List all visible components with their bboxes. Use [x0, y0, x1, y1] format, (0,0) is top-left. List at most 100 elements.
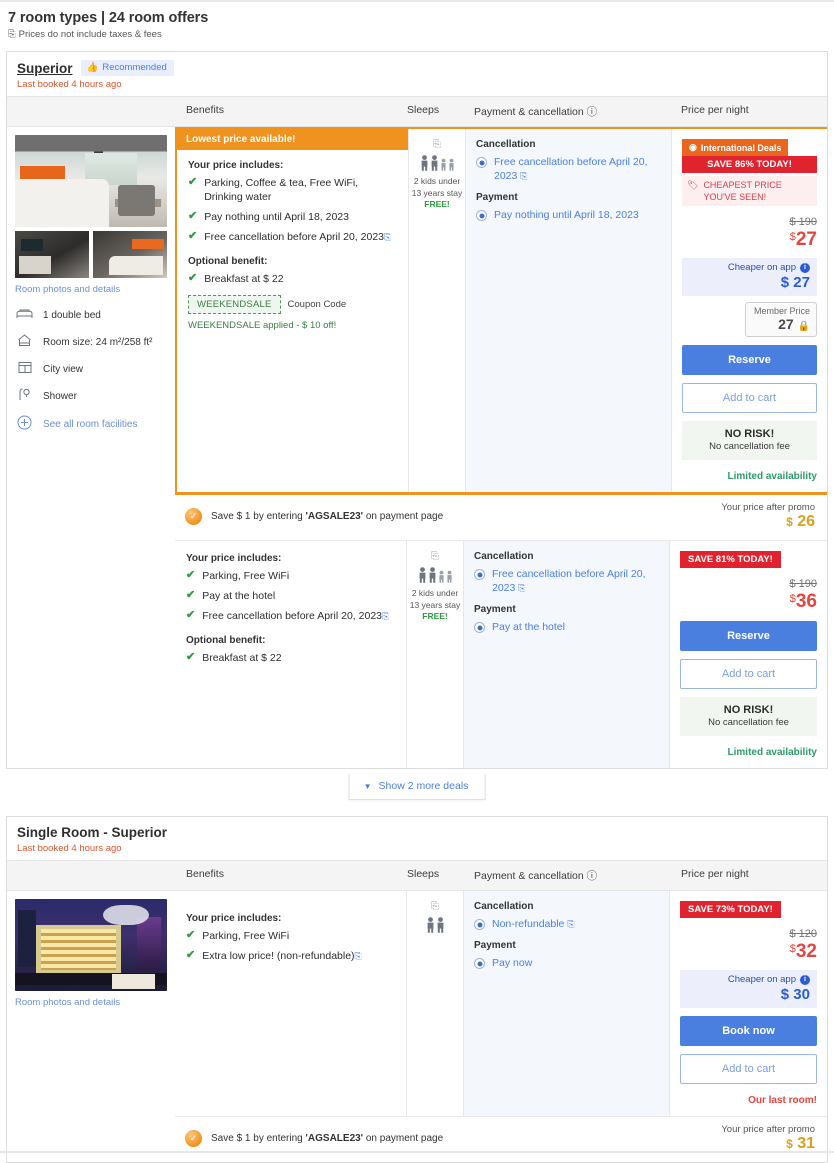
optional-item: ✔ Breakfast at $ 22	[188, 272, 398, 286]
promo-code: 'AGSALE23'	[305, 1133, 364, 1144]
external-link-icon[interactable]: ⎘	[384, 232, 391, 242]
sleeps-note: 2 kids under 13 years stay	[411, 176, 463, 198]
external-link-icon[interactable]: ⎘	[520, 171, 527, 181]
plus-circle-icon	[15, 415, 34, 433]
room-thumbnails[interactable]	[15, 231, 167, 278]
photo-icon[interactable]: ⎘	[409, 901, 461, 912]
cheaper-on-app-box[interactable]: Cheaper on app i $ 27	[682, 258, 817, 296]
promo-after-label: Your price after promo	[721, 1124, 815, 1135]
info-icon[interactable]: ⓘ	[587, 106, 598, 118]
optional-heading: Optional benefit:	[186, 635, 266, 646]
save-today-badge: SAVE 73% TODAY!	[680, 901, 781, 918]
benefit-item: ✔ Parking, Free WiFi	[186, 929, 396, 943]
see-all-facilities-button[interactable]: See all room facilities	[15, 415, 167, 433]
cancellation-label: Non-refundable	[492, 918, 565, 930]
room-hero-photo[interactable]	[15, 135, 167, 227]
room-thumbnail[interactable]	[15, 231, 89, 278]
payment-option[interactable]: Pay at the hotel	[474, 620, 659, 634]
reserve-button[interactable]: Reserve	[680, 621, 817, 651]
payment-option[interactable]: Pay now	[474, 956, 659, 970]
coupon-code-chip[interactable]: WEEKENDSALE	[188, 295, 281, 314]
info-icon[interactable]: i	[800, 974, 810, 985]
radio-icon[interactable]	[476, 157, 487, 168]
thumbs-up-icon: 👍	[86, 62, 99, 73]
room-photos-link[interactable]: Room photos and details	[15, 284, 167, 295]
benefit-label: Extra low price! (non-refundable)	[202, 950, 355, 962]
room-photos-link[interactable]: Room photos and details	[15, 997, 167, 1008]
payment-label: Pay now	[492, 957, 533, 969]
check-icon: ✔	[186, 651, 196, 663]
radio-icon[interactable]	[476, 210, 487, 221]
facility-shower: Shower	[15, 388, 167, 404]
benefit-label: Parking, Free WiFi	[202, 570, 290, 582]
price-amount: 27	[795, 229, 817, 250]
facility-label: 1 double bed	[43, 310, 101, 321]
coin-icon: ✓	[185, 1130, 202, 1147]
payment-heading: Payment	[476, 192, 518, 203]
benefit-label: Free cancellation before April 20, 2023	[202, 610, 383, 622]
info-icon[interactable]: ⓘ	[587, 870, 598, 882]
check-icon: ✔	[186, 609, 196, 621]
app-price: $ 27	[780, 274, 810, 291]
room-hero-photo[interactable]	[15, 899, 167, 991]
cancellation-label: Free cancellation before April 20, 2023	[492, 568, 646, 594]
cheaper-on-app-label: Cheaper on app	[727, 262, 796, 273]
coupon-row[interactable]: WEEKENDSALE Coupon Code	[188, 295, 398, 314]
no-risk-subtitle: No cancellation fee	[709, 441, 790, 452]
recommended-badge: 👍 Recommended	[80, 60, 174, 76]
payment-option[interactable]: Pay nothing until April 18, 2023	[476, 208, 661, 222]
column-header-payment: Payment & cancellation ⓘ	[474, 870, 598, 882]
kid-icon	[440, 158, 446, 171]
cancellation-option[interactable]: Non-refundable ⎘	[474, 917, 659, 931]
room-title[interactable]: Superior	[17, 61, 73, 76]
external-link-icon[interactable]: ⎘	[567, 919, 574, 929]
room-facilities-list: 1 double bed Room size: 24 m²/258 ft² Ci…	[15, 308, 167, 433]
payment-label: Pay nothing until April 18, 2023	[494, 209, 639, 221]
room-title[interactable]: Single Room - Superior	[17, 825, 167, 840]
coupon-code-label: Coupon Code	[287, 299, 347, 310]
cheaper-on-app-label: Cheaper on app	[727, 974, 796, 985]
add-to-cart-button[interactable]: Add to cart	[682, 383, 817, 413]
facility-label: City view	[43, 363, 84, 375]
add-to-cart-button[interactable]: Add to cart	[680, 1054, 817, 1084]
member-price-amount: 27	[778, 316, 794, 332]
check-icon: ✔	[188, 176, 198, 188]
external-link-icon[interactable]: ⎘	[382, 611, 389, 621]
offer-payment-cancellation: Cancellation Non-refundable ⎘ Payment Pa…	[464, 891, 670, 1116]
lock-icon: 🔒	[797, 321, 810, 332]
sleeps-note: 2 kids under 13 years stay	[409, 588, 461, 610]
cheapest-price-flag: 🏷 CHEAPEST PRICE YOU'VE SEEN!	[682, 176, 817, 206]
room-header: Superior 👍 Recommended Last booked 4 hou…	[7, 52, 827, 96]
photo-icon[interactable]: ⎘	[409, 551, 461, 562]
chevron-down-icon: ▼	[363, 781, 372, 791]
includes-heading: Your price includes:	[188, 160, 284, 171]
member-price-box[interactable]: Member Price 27 🔒	[745, 302, 817, 337]
radio-icon[interactable]	[474, 919, 485, 930]
add-to-cart-button[interactable]: Add to cart	[680, 659, 817, 689]
external-link-icon[interactable]: ⎘	[518, 583, 525, 593]
radio-icon[interactable]	[474, 569, 485, 580]
no-risk-box: NO RISK! No cancellation fee	[682, 421, 817, 460]
benefit-label: Parking, Coffee & tea, Free WiFi, Drinki…	[204, 177, 359, 203]
cancellation-option[interactable]: Free cancellation before April 20, 2023 …	[474, 567, 659, 595]
original-price: $ 190	[789, 578, 817, 590]
room-thumbnail[interactable]	[93, 231, 167, 278]
clock-icon: ◉	[689, 142, 697, 152]
cancellation-option[interactable]: Free cancellation before April 20, 2023 …	[476, 155, 661, 183]
show-more-deals-button[interactable]: ▼ Show 2 more deals	[348, 774, 486, 800]
coin-icon: ✓	[185, 508, 202, 525]
radio-icon[interactable]	[474, 622, 485, 633]
cheaper-on-app-box[interactable]: Cheaper on app i $ 30	[680, 970, 817, 1008]
check-icon: ✔	[188, 230, 198, 242]
info-icon[interactable]: i	[800, 262, 810, 273]
external-link-icon[interactable]: ⎘	[355, 951, 362, 961]
offer-benefits: Lowest price available! Your price inclu…	[177, 129, 409, 492]
includes-heading: Your price includes:	[186, 913, 282, 924]
book-now-button[interactable]: Book now	[680, 1016, 817, 1046]
promo-code: 'AGSALE23'	[305, 511, 364, 522]
photo-icon[interactable]: ⎘	[411, 139, 463, 150]
offer-price: SAVE 81% TODAY! $ 190 $36 Reserve Add to…	[670, 541, 827, 768]
check-icon: ✔	[188, 272, 198, 284]
reserve-button[interactable]: Reserve	[682, 345, 817, 375]
radio-icon[interactable]	[474, 958, 485, 969]
